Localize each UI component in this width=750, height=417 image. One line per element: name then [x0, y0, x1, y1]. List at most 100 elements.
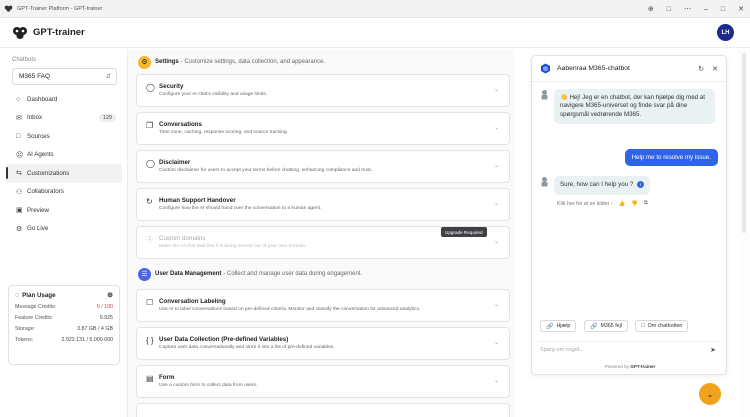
sidebar-item-customizations[interactable]: ⇆ Customizations — [6, 164, 122, 183]
sidebar-item-dashboard[interactable]: ○ Dashboard — [6, 90, 122, 109]
plan-row-value: 3.87 GB / 4 GB — [77, 326, 113, 332]
sidebar-item-label: AI Agents — [27, 151, 54, 159]
tab-actions-icon[interactable]: □ — [667, 6, 671, 13]
link-icon: 🔗 — [546, 323, 554, 330]
chevron-down-icon[interactable]: ⌄ — [494, 86, 499, 93]
quick-reply-m365-errors[interactable]: 🔗 M365 fejl — [584, 320, 628, 332]
scrollbar-thumb[interactable] — [742, 53, 746, 233]
card-desc: Configure your AI chat's visibility and … — [159, 92, 268, 97]
bot-avatar-icon — [541, 177, 548, 187]
window-title: GPT-Trainer Platform - GPT-trainer — [17, 5, 103, 12]
conversation-labeling-card[interactable]: ☐ Conversation Labeling Use AI to label … — [136, 289, 510, 322]
human-support-handover-card[interactable]: ↻ Human Support Handover Configure how t… — [136, 188, 510, 221]
database-icon: ☰ — [138, 267, 151, 281]
user-message: Help me to resolve my issue. — [624, 149, 718, 166]
sources-link-label: Klik her for at se kilder — [557, 200, 610, 207]
settings-title: Settings — [155, 59, 179, 65]
send-icon[interactable]: ➤ — [710, 346, 716, 354]
globe-icon: ☉ — [146, 235, 154, 244]
plan-row-value: 0 / 100 — [96, 304, 113, 310]
minimize-button[interactable]: – — [704, 6, 708, 13]
chat-toggle-button[interactable]: ⌄ — [699, 383, 721, 405]
quick-reply-label: Hjælp — [556, 323, 571, 329]
sidebar-item-preview[interactable]: ▣ Preview — [6, 201, 122, 220]
card-title: Human Support Handover — [159, 197, 236, 204]
card-desc: Make the AI chat look like it is being s… — [159, 244, 307, 249]
upgrade-required-badge[interactable]: Upgrade Required — [441, 227, 487, 237]
card-title: Conversation Labeling — [159, 298, 226, 305]
sidebar-item-inbox[interactable]: ✉ Inbox 129 — [6, 109, 122, 128]
info-icon[interactable]: i — [637, 181, 644, 188]
card-desc: Configure how the AI should hand over th… — [159, 206, 322, 211]
chevron-down-icon[interactable]: ⌄ — [494, 339, 499, 346]
sidebar-item-sources[interactable]: □ Sources — [6, 127, 122, 146]
handover-icon: ↻ — [146, 197, 153, 206]
thumbs-down-icon[interactable]: 👎 — [631, 201, 638, 207]
card-title: Form — [159, 374, 175, 381]
chevron-down-icon[interactable]: ⌄ — [494, 124, 499, 131]
brand-logo-icon[interactable] — [12, 26, 28, 40]
form-icon: ▤ — [146, 374, 154, 383]
preview-icon: ▣ — [16, 207, 23, 215]
quick-reply-about[interactable]: □ Om chatbotten — [635, 320, 689, 332]
close-window-button[interactable]: ✕ — [738, 5, 744, 13]
ai-agents-icon: ☹ — [16, 151, 24, 159]
sidebar-item-go-live[interactable]: ⚙ Go Live — [6, 220, 122, 239]
next-card[interactable] — [136, 403, 510, 417]
chatbot-select-value: M365 FAQ — [19, 73, 51, 80]
inbox-count-badge: 129 — [98, 113, 116, 122]
link-icon: 🔗 — [590, 323, 598, 330]
chevron-down-icon[interactable]: ⌄ — [494, 377, 499, 384]
maximize-button[interactable]: □ — [721, 6, 725, 13]
chat-header: Aabenraa M365-chatbot ↻ ✕ — [532, 56, 726, 82]
chat-message-input[interactable] — [540, 347, 690, 353]
copy-icon[interactable]: ⧉ — [644, 200, 648, 207]
card-title: Conversations — [159, 121, 202, 128]
conversations-icon: ❐ — [146, 121, 154, 130]
chevron-down-icon: ⌄ — [493, 239, 499, 245]
card-desc: Use AI to label conversations based on p… — [159, 307, 421, 312]
bot-reply-message: Sure, how can I help you ? i — [554, 176, 650, 195]
powered-by-footer: Powered by GPT-trainer — [532, 364, 726, 369]
inbox-icon: ✉ — [16, 114, 22, 122]
disclaimer-card[interactable]: ◯ Disclaimer Custom disclaimer for users… — [136, 150, 510, 183]
page-scrollbar[interactable] — [738, 49, 750, 417]
refresh-icon[interactable]: ↻ — [698, 65, 704, 73]
braces-icon: { } — [146, 336, 154, 345]
form-card[interactable]: ▤ Form Use a custom form to collect data… — [136, 365, 510, 398]
plan-usage-title: Plan Usage — [22, 292, 56, 299]
plan-add-icon[interactable]: ⊕ — [107, 291, 113, 299]
sidebar-nav: ○ Dashboard ✉ Inbox 129 □ Sources ☹ AI Agents… — [6, 90, 122, 238]
sources-link[interactable]: Klik her for at se kilder › — [557, 201, 613, 207]
chevron-down-icon[interactable]: ⌄ — [494, 200, 499, 207]
powered-prefix: Powered by — [604, 364, 629, 369]
dashboard-icon: ○ — [16, 95, 21, 103]
bot-greeting-message: 👋 Hej! Jeg er en chatbot, der kan hjælpe… — [554, 89, 715, 125]
sidebar-item-label: Dashboard — [27, 95, 58, 103]
bot-avatar-icon — [541, 90, 548, 100]
sidebar-item-label: Customizations — [27, 169, 70, 177]
shield-icon: ◯ — [146, 83, 155, 92]
more-icon[interactable]: ⋯ — [684, 5, 691, 13]
sources-icon: □ — [16, 132, 21, 140]
message-actions: Klik her for at se kilder › 👍 👎 ⧉ — [557, 200, 648, 207]
sidebar: Chatbots M365 FAQ ⇵ ○ Dashboard ✉ Inbox 129… — [0, 49, 128, 417]
card-title: Security — [159, 83, 184, 90]
quick-reply-help[interactable]: 🔗 Hjælp — [540, 320, 577, 332]
user-data-collection-card[interactable]: { } User Data Collection (Pre-defined Va… — [136, 327, 510, 360]
conversations-card[interactable]: ❐ Conversations Time zone, caching, resp… — [136, 112, 510, 145]
udm-title: User Data Management — [155, 271, 222, 277]
chevron-down-icon[interactable]: ⌄ — [494, 162, 499, 169]
powered-brand[interactable]: GPT-trainer — [630, 364, 655, 369]
plan-usage-header: ◌ Plan Usage ⊕ — [15, 292, 113, 299]
security-card[interactable]: ◯ Security Configure your AI chat's visi… — [136, 74, 510, 107]
window-titlebar: GPT-Trainer Platform - GPT-trainer ⊕ □ ⋯… — [0, 0, 750, 18]
close-icon[interactable]: ✕ — [712, 65, 718, 73]
thumbs-up-icon[interactable]: 👍 — [619, 201, 626, 207]
chevron-down-icon[interactable]: ⌄ — [494, 301, 499, 308]
sidebar-item-collaborators[interactable]: ⚇ Collaborators — [6, 183, 122, 202]
sidebar-item-ai-agents[interactable]: ☹ AI Agents — [6, 146, 122, 165]
user-avatar[interactable]: LH — [717, 24, 734, 41]
zoom-icon[interactable]: ⊕ — [648, 5, 654, 13]
chatbot-select[interactable]: M365 FAQ ⇵ — [12, 68, 117, 85]
